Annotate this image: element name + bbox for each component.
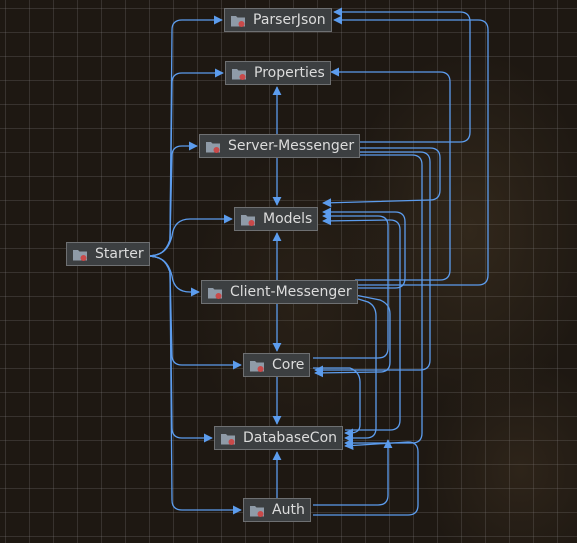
dependency-edge <box>322 207 406 289</box>
module-folder-icon <box>249 358 266 372</box>
module-folder-icon <box>240 212 257 226</box>
module-folder-icon <box>231 66 248 80</box>
module-label: Models <box>263 211 313 227</box>
dependency-edge <box>314 294 391 378</box>
dependency-edge <box>314 151 431 375</box>
module-node-parserjson[interactable]: ParserJson <box>224 8 332 32</box>
module-folder-icon <box>207 285 224 299</box>
module-folder-icon <box>205 139 222 153</box>
module-node-client-messenger[interactable]: Client-Messenger <box>201 280 358 304</box>
module-label: Client-Messenger <box>230 284 352 300</box>
module-label: Server-Messenger <box>228 138 355 154</box>
module-folder-icon <box>220 431 237 445</box>
module-label: DatabaseCon <box>243 430 338 446</box>
module-label: Starter <box>95 246 144 262</box>
module-node-core[interactable]: Core <box>243 353 311 377</box>
module-label: ParserJson <box>253 12 326 28</box>
module-label: Auth <box>272 502 305 518</box>
dependency-edge <box>145 214 233 257</box>
module-label: Properties <box>254 65 325 81</box>
module-folder-icon <box>72 247 89 261</box>
dependency-edge <box>145 255 242 370</box>
dependency-edge <box>313 440 419 516</box>
module-node-starter[interactable]: Starter <box>66 242 150 266</box>
dependency-edge <box>330 67 451 281</box>
dependency-edge <box>145 255 200 297</box>
dependency-edge <box>145 68 224 257</box>
module-node-databasecon[interactable]: DatabaseCon <box>214 426 344 450</box>
module-node-auth[interactable]: Auth <box>243 498 311 522</box>
dependency-edge <box>313 367 361 438</box>
module-folder-icon <box>249 503 266 517</box>
module-node-server-messenger[interactable]: Server-Messenger <box>199 134 361 158</box>
module-node-properties[interactable]: Properties <box>225 61 331 85</box>
module-label: Core <box>272 357 305 373</box>
module-node-models[interactable]: Models <box>234 207 319 231</box>
module-folder-icon <box>230 13 247 27</box>
